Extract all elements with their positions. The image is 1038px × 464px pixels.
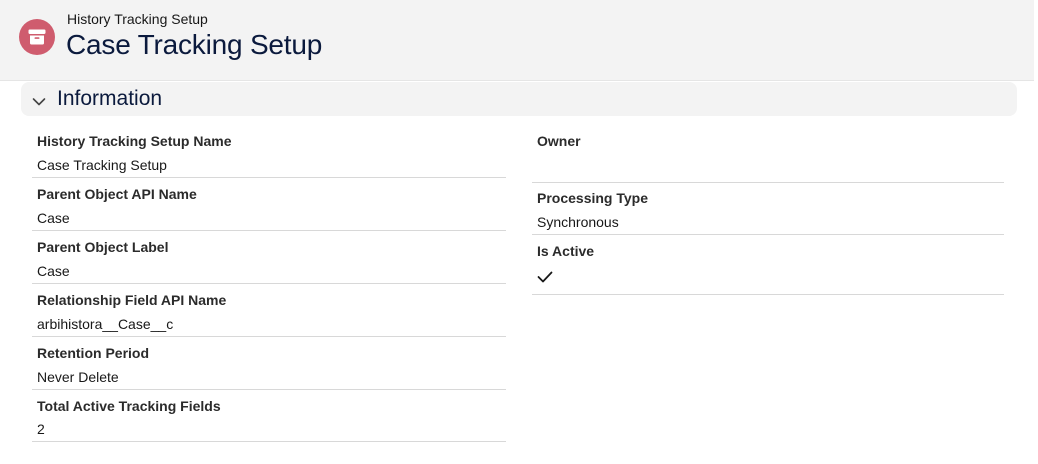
chevron-down-icon xyxy=(32,94,46,112)
field-value: Case Tracking Setup xyxy=(37,157,167,173)
object-type-label: History Tracking Setup xyxy=(67,11,208,27)
field-label: Owner xyxy=(537,133,581,149)
field-label: Retention Period xyxy=(37,345,150,361)
field-label: Parent Object Label xyxy=(37,239,169,255)
field-value: arbihistora__Case__c xyxy=(37,316,174,332)
field-history-tracking-setup-name: History Tracking Setup Name Case Trackin… xyxy=(32,127,506,178)
field-label: Processing Type xyxy=(537,190,649,206)
field-total-active-tracking-fields: Total Active Tracking Fields 2 xyxy=(32,392,506,442)
field-value: 2 xyxy=(37,421,45,437)
page-title: Case Tracking Setup xyxy=(66,29,323,60)
field-value: Case xyxy=(37,263,70,279)
field-parent-object-label: Parent Object Label Case xyxy=(32,233,506,284)
information-section-toggle[interactable]: Information xyxy=(21,82,1017,116)
field-processing-type: Processing Type Synchronous xyxy=(532,184,1004,235)
field-label: Relationship Field API Name xyxy=(37,292,227,308)
field-label: Parent Object API Name xyxy=(37,186,197,202)
field-label: Is Active xyxy=(537,243,595,259)
field-relationship-field-api-name: Relationship Field API Name arbihistora_… xyxy=(32,286,506,337)
field-owner: Owner xyxy=(532,127,1004,183)
section-title: Information xyxy=(57,87,163,110)
field-parent-object-api-name: Parent Object API Name Case xyxy=(32,180,506,231)
field-label: History Tracking Setup Name xyxy=(37,133,232,149)
field-is-active: Is Active xyxy=(532,237,1004,295)
field-value: Synchronous xyxy=(537,214,619,230)
archive-box-icon xyxy=(19,19,55,55)
checkmark-icon xyxy=(537,270,553,286)
field-value: Never Delete xyxy=(37,369,119,385)
field-value: Case xyxy=(37,210,70,226)
field-retention-period: Retention Period Never Delete xyxy=(32,339,506,390)
record-header: History Tracking Setup Case Tracking Set… xyxy=(0,0,1034,81)
field-label: Total Active Tracking Fields xyxy=(37,398,221,414)
